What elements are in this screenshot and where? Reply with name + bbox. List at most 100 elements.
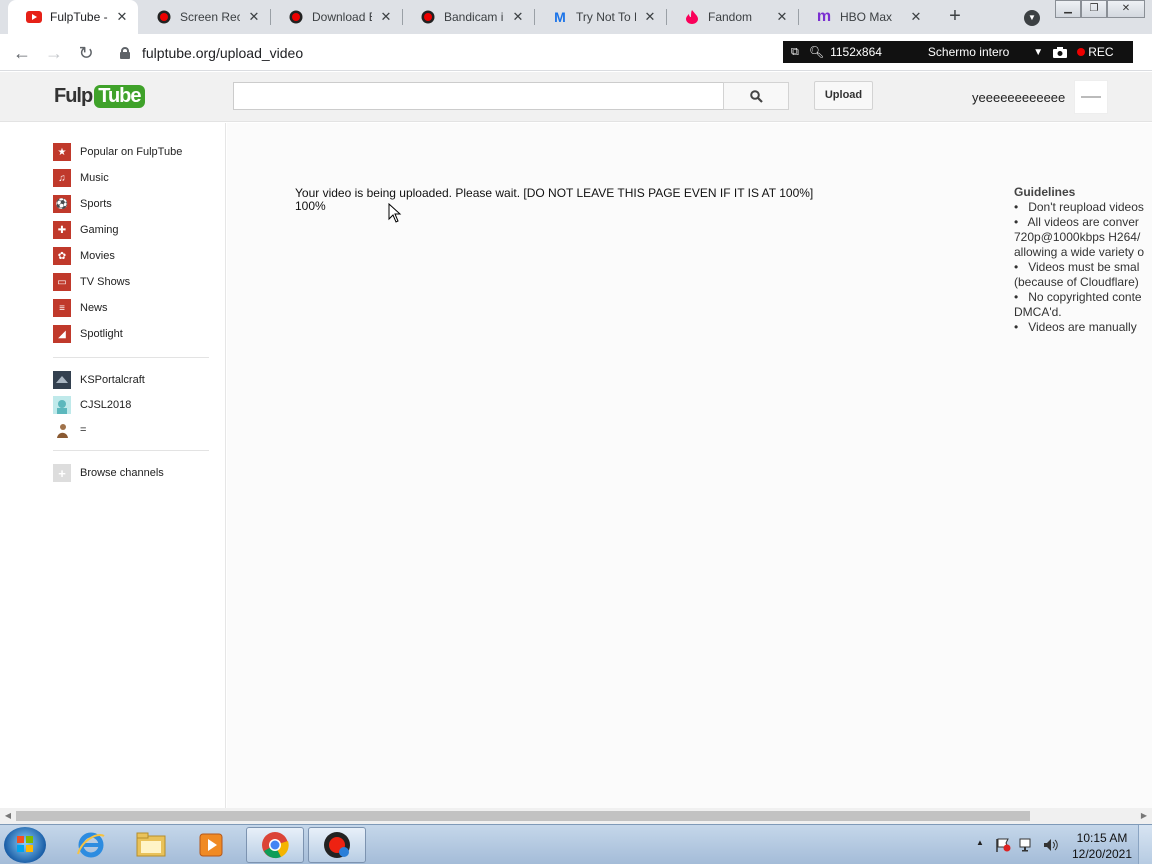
sidebar-item-sports[interactable]: ⚽ Sports [53,194,112,214]
taskbar-bandicam[interactable] [308,827,366,863]
forward-arrow-icon[interactable]: → [42,41,66,65]
minimize-button[interactable]: ▁ [1055,0,1081,18]
sidebar-item-label: Spotlight [80,328,123,340]
guideline-line: • Videos are manually [1014,320,1137,334]
sidebar-item-movies[interactable]: ✿ Movies [53,246,115,266]
tab-try-not-to-laugh[interactable]: M Try Not To La ✕ [534,0,666,34]
action-center-flag-icon[interactable] [995,838,1011,852]
start-button[interactable] [4,827,46,863]
close-icon[interactable]: ✕ [378,9,394,25]
search-icon [749,89,763,103]
reload-icon[interactable]: ↻ [74,41,98,65]
web-page: Fulp Tube Upload yeeeeeeeeeeee ★ Popular… [0,72,1152,808]
guidelines-panel: Guidelines • Don't reupload videos • All… [1014,185,1152,335]
tab-title: HBO Max [840,10,893,24]
sidebar-item-label: Popular on FulpTube [80,146,183,158]
recorder-mode[interactable]: Schermo intero [928,45,1009,59]
system-clock[interactable]: 10:15 AM 12/20/2021 [1068,830,1136,862]
taskbar-file-explorer[interactable] [122,827,180,863]
window-close-button[interactable]: ✕ [1107,0,1145,18]
tab-hbo-max[interactable]: m HBO Max ✕ [798,0,932,34]
rec-button[interactable]: REC [1077,45,1114,59]
channel-avatar-icon [53,371,71,389]
search-icon[interactable]: 🔍︎ [809,45,824,59]
guideline-line: • Don't reupload videos [1014,200,1144,214]
tab-download-bandicam[interactable]: Download Ba ✕ [270,0,402,34]
tab-bandicam-info[interactable]: Bandicam in ✕ [402,0,534,34]
close-icon[interactable]: ✕ [774,9,790,25]
close-icon[interactable]: ✕ [642,9,658,25]
tv-icon: ▭ [53,273,71,291]
chevron-down-icon[interactable]: ▼ [1033,47,1043,58]
sidebar-divider [53,357,209,358]
guideline-line: 720p@1000kbps H264/ [1014,230,1141,244]
bandicam-icon [324,832,350,858]
fulptube-logo[interactable]: Fulp Tube [54,82,145,110]
tray-expand-icon[interactable]: ▲ [972,838,988,852]
clock-time: 10:15 AM [1076,831,1128,845]
close-icon[interactable]: ✕ [908,9,924,25]
back-arrow-icon[interactable]: ← [10,41,34,65]
scroll-thumb[interactable] [16,811,1030,821]
tab-search-icon[interactable]: ▼ [1024,10,1040,26]
plus-icon: + [53,464,71,482]
tab-title: Bandicam in [444,10,504,24]
folder-icon [136,832,166,857]
taskbar-media-player[interactable] [182,827,240,863]
restore-button[interactable]: ❐ [1081,0,1107,18]
spotlight-icon: ◢ [53,325,71,343]
recorder-overlay: ⧉ 🔍︎ 1152x864 Schermo intero ▼ REC [783,41,1133,63]
sidebar-channel-equals[interactable]: = [53,420,86,440]
scroll-right-arrow-icon[interactable]: ▶ [1139,811,1149,821]
address-bar[interactable]: fulptube.org/upload_video [110,39,780,67]
sidebar-item-popular[interactable]: ★ Popular on FulpTube [53,142,182,162]
guideline-line: DMCA'd. [1014,305,1062,319]
chrome-icon [262,832,289,859]
search-button[interactable] [723,82,789,110]
sidebar-channel-cjsl2018[interactable]: CJSL2018 [53,395,131,415]
browse-channels-link[interactable]: + Browse channels [53,463,164,483]
guideline-line: allowing a wide variety o [1014,245,1145,259]
sidebar-item-news[interactable]: ≡ News [53,298,108,318]
network-icon[interactable] [1019,838,1035,852]
avatar[interactable] [1074,80,1108,114]
tab-title: Fandom [708,10,753,24]
sidebar-item-label: Gaming [80,224,119,236]
record-dot-icon [1077,48,1086,56]
guideline-line: (because of Cloudflare) [1014,275,1139,289]
window-mode-icon[interactable]: ⧉ [791,46,799,59]
close-icon[interactable]: ✕ [510,9,526,25]
sidebar-channel-ksportalcraft[interactable]: KSPortalcraft [53,370,145,390]
sidebar-item-tv-shows[interactable]: ▭ TV Shows [53,272,130,292]
site-header: Fulp Tube Upload yeeeeeeeeeeee [0,72,1152,122]
sidebar-item-label: KSPortalcraft [80,374,145,386]
sidebar-item-label: TV Shows [80,276,131,288]
tab-title: Download Ba [312,10,372,24]
bandicam-icon [420,9,436,25]
taskbar-chrome[interactable] [246,827,304,863]
taskbar-internet-explorer[interactable] [62,827,120,863]
tab-title: FulpTube - U [50,10,108,24]
tab-fulptube[interactable]: FulpTube - U ✕ [8,0,138,34]
search-input[interactable] [233,82,724,110]
windows-logo-icon [17,836,33,852]
volume-icon[interactable] [1043,838,1059,852]
star-icon: ★ [53,143,71,161]
tab-title: Try Not To La [576,10,636,24]
username[interactable]: yeeeeeeeeeeee [972,90,1065,105]
sidebar-item-music[interactable]: ♫ Music [53,168,109,188]
windows-taskbar: ▲ 10:15 AM 12/20/2021 [0,824,1152,864]
scroll-left-arrow-icon[interactable]: ◀ [3,811,13,821]
close-icon[interactable]: ✕ [246,9,262,25]
tab-screen-recorder[interactable]: Screen Reco ✕ [138,0,270,34]
show-desktop-button[interactable] [1138,825,1152,864]
tab-fandom[interactable]: Fandom ✕ [666,0,798,34]
sidebar-item-spotlight[interactable]: ◢ Spotlight [53,324,123,344]
close-icon[interactable]: ✕ [114,9,130,25]
upload-button[interactable]: Upload [814,81,873,110]
camera-icon[interactable] [1053,46,1068,58]
sidebar-item-gaming[interactable]: ✚ Gaming [53,220,119,240]
youtube-red-icon [26,9,42,25]
horizontal-scrollbar[interactable]: ◀ ▶ [0,808,1152,824]
new-tab-button[interactable]: + [945,6,965,27]
